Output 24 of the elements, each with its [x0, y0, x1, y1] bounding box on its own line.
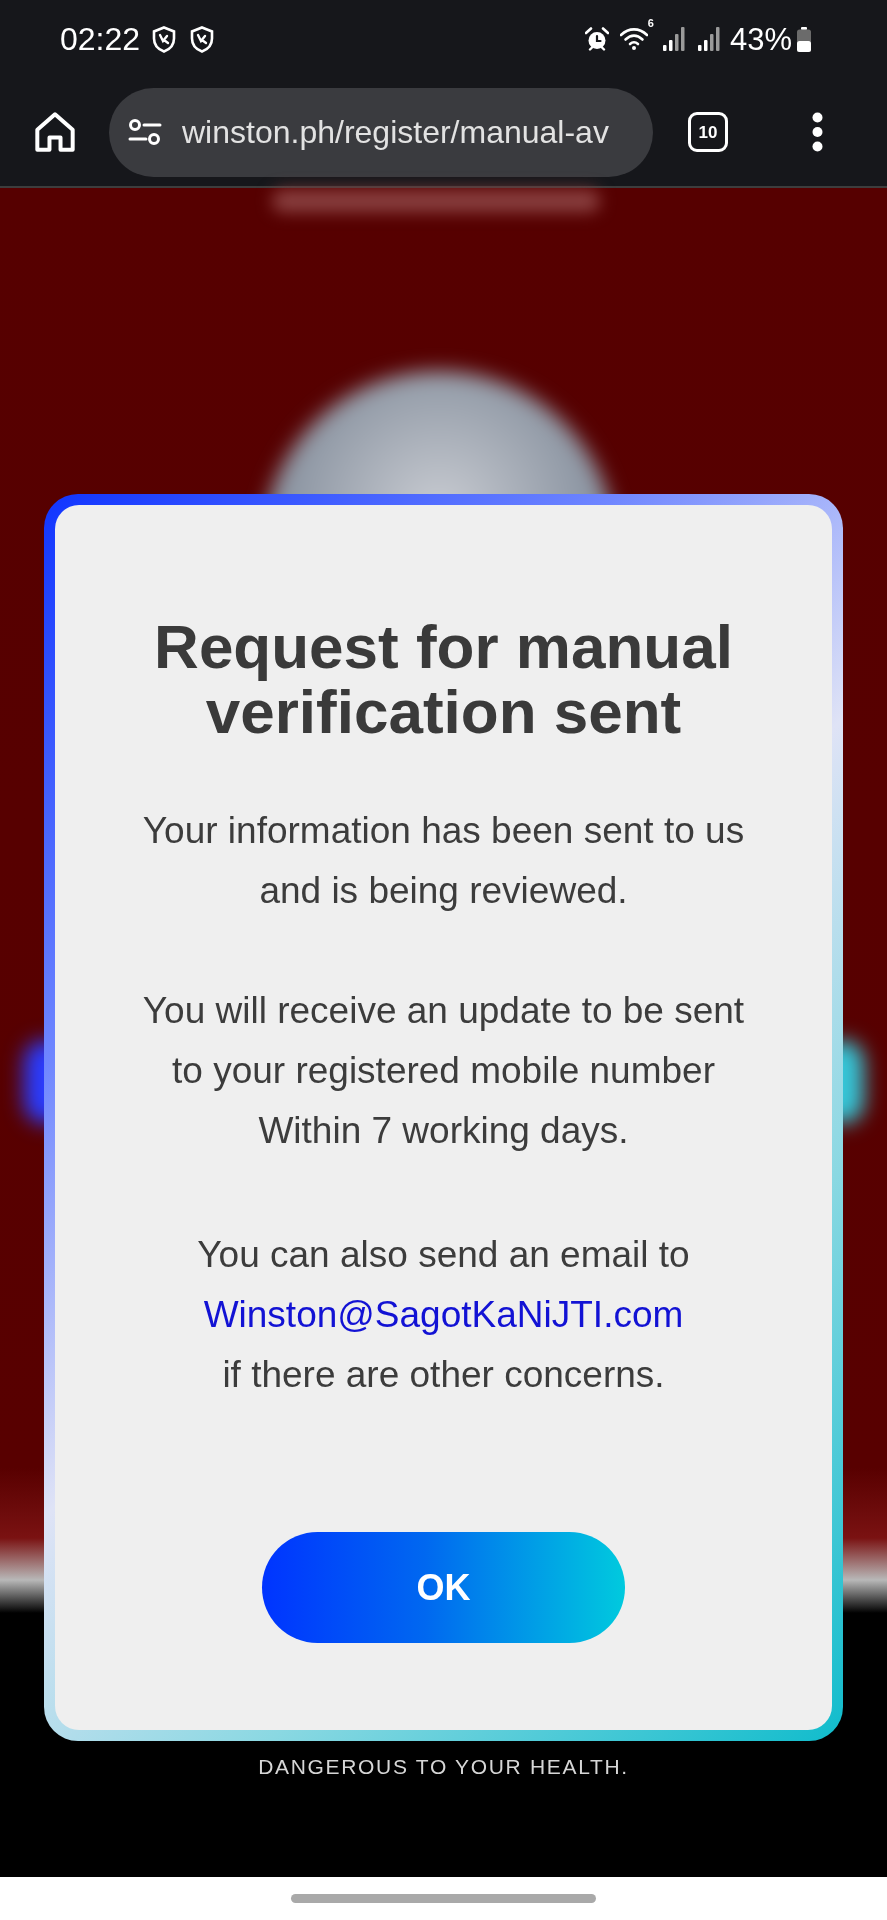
dialog-title: Request for manual verification sent: [153, 614, 734, 744]
url-text: winston.ph/register/manual-av: [182, 116, 609, 148]
signal-icon: [697, 27, 720, 51]
shield-icon: [190, 25, 215, 53]
gesture-handle[interactable]: [291, 1894, 596, 1903]
ok-button[interactable]: OK: [262, 1532, 625, 1643]
address-bar[interactable]: winston.ph/register/manual-av: [109, 87, 653, 177]
tab-switcher-button[interactable]: 10: [688, 112, 728, 152]
tune-icon[interactable]: [128, 118, 162, 146]
battery-icon: [797, 26, 811, 52]
health-warning: DANGEROUS TO YOUR HEALTH.: [258, 1756, 629, 1777]
email-link[interactable]: Winston@SagotKaNiJTI.com: [203, 1294, 684, 1335]
menu-icon[interactable]: [812, 112, 823, 152]
alarm-clock-icon: [584, 27, 609, 51]
home-icon[interactable]: [34, 111, 76, 153]
contact-message: You can also send an email to Winston@SagotKaNiJTI.com if there are other concerns.: [197, 1233, 690, 1397]
dialog-message: You will receive an update to be sent to your registered mobile number Within 7 working days.: [142, 989, 745, 1153]
wifi-icon: [619, 27, 648, 51]
shield-icon: [152, 25, 177, 53]
dialog-message: Your information has been sent to us and is being reviewed.: [142, 809, 745, 913]
wifi-standard-label: 6: [647, 17, 654, 29]
signal-icon: [662, 27, 685, 51]
status-time: 02:22: [60, 23, 141, 55]
battery-percent: 43%: [729, 23, 792, 55]
